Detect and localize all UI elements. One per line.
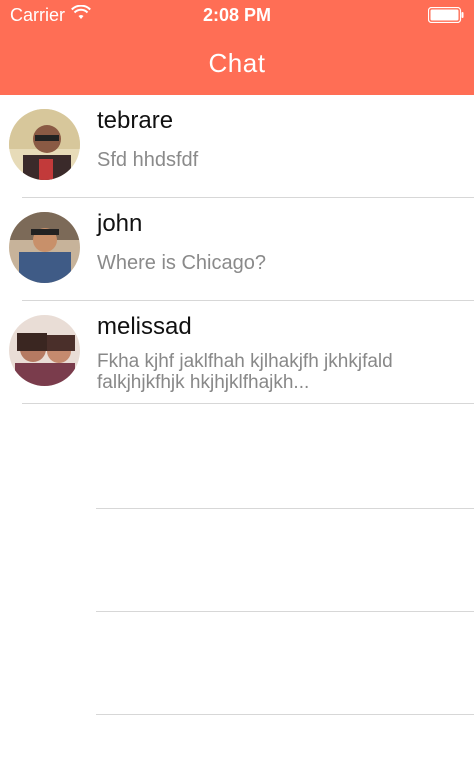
chat-preview: Where is Chicago? (97, 252, 266, 274)
chat-name: john (97, 210, 143, 237)
chat-row-melissad[interactable]: melissad Fkha kjhf jaklfhah kjlhakjfh jk… (0, 301, 474, 404)
status-bar: Carrier 2:08 PM (0, 0, 474, 32)
chat-name: tebrare (97, 107, 174, 134)
chat-name: melissad (97, 313, 192, 340)
avatar (9, 212, 80, 283)
row-divider (22, 403, 474, 404)
status-time: 2:08 PM (202, 5, 272, 25)
chat-preview: Sfd hhdsfdf (97, 149, 199, 171)
avatar (9, 109, 80, 180)
empty-row-divider (96, 611, 474, 612)
chat-row-john[interactable]: john Where is Chicago? (0, 198, 474, 301)
empty-row-divider (96, 714, 474, 715)
page-title: Chat (208, 48, 266, 78)
chat-row-tebrare[interactable]: tebrare Sfd hhdsfdf (0, 95, 474, 198)
empty-row-divider (96, 508, 474, 509)
chat-preview: Fkha kjhf jaklfhah kjlhakjfh jkhkjfald f… (97, 351, 393, 393)
battery-icon (427, 6, 464, 24)
chat-list: tebrare Sfd hhdsfdf john Where is Chicag… (0, 95, 474, 715)
avatar (9, 315, 80, 386)
top-bar: Carrier 2:08 PM Chat (0, 0, 474, 95)
